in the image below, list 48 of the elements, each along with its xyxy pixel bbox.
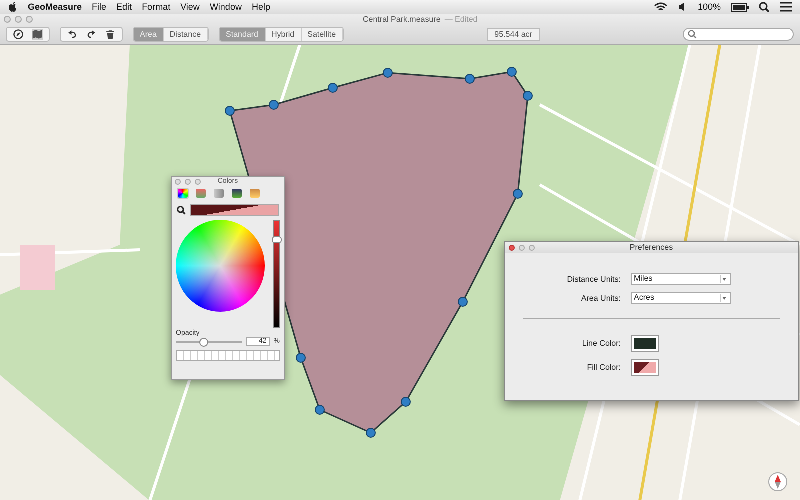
search-field[interactable] [683, 28, 794, 41]
swatch-strip[interactable] [176, 350, 280, 361]
search-icon [688, 30, 697, 39]
menu-item[interactable]: Format [142, 2, 171, 12]
caret-icon [720, 294, 728, 302]
search-icon[interactable] [759, 2, 770, 12]
area-readout: 95.544 acr [486, 28, 540, 41]
color-mode-tab[interactable] [177, 188, 189, 199]
menu-item[interactable]: Window [210, 2, 242, 12]
battery-icon[interactable] [731, 2, 749, 12]
battery-percentage: 100% [698, 2, 721, 12]
slider-thumb[interactable] [199, 338, 208, 346]
trash-icon[interactable] [105, 29, 116, 40]
color-well[interactable] [631, 359, 659, 376]
mode-tab[interactable]: Distance [164, 28, 208, 41]
menu-item[interactable]: Edit [116, 2, 132, 12]
field-label: Distance Units: [566, 274, 621, 284]
units-dropdown[interactable]: Miles [631, 273, 731, 285]
window-title: Central Park.measure [363, 15, 441, 24]
color-mode-tab[interactable] [195, 188, 207, 199]
redo-icon[interactable] [86, 29, 97, 40]
window-title: Preferences [630, 243, 674, 252]
edited-label: — Edited [444, 15, 478, 24]
caret-icon [720, 275, 728, 283]
close-button[interactable] [509, 244, 515, 250]
list-icon[interactable] [780, 2, 792, 12]
color-well[interactable] [631, 335, 659, 352]
compass-icon[interactable] [13, 29, 24, 40]
wifi-icon[interactable] [654, 2, 668, 12]
map-type-tab[interactable]: Hybrid [266, 28, 302, 41]
app-menu[interactable]: GeoMeasure [28, 2, 82, 12]
undo-icon[interactable] [67, 29, 78, 40]
map-type-tab[interactable]: Satellite [302, 28, 344, 41]
apple-logo-icon[interactable] [8, 1, 18, 13]
menu-item[interactable]: Help [252, 2, 270, 12]
menu-item[interactable]: View [180, 2, 200, 12]
slider-thumb[interactable] [272, 236, 282, 244]
color-mode-tab[interactable] [213, 188, 225, 199]
field-label: Fill Color: [586, 363, 621, 372]
units-dropdown[interactable]: Acres [631, 292, 731, 304]
field-label: Area Units: [580, 294, 621, 302]
menu-item[interactable]: File [92, 2, 107, 12]
color-mode-tab[interactable] [249, 188, 261, 199]
field-label: Line Color: [581, 339, 621, 348]
magnifier-icon[interactable] [177, 206, 186, 214]
map-icon[interactable] [32, 29, 43, 40]
brightness-slider[interactable] [273, 220, 280, 328]
color-mode-tab[interactable] [231, 188, 243, 199]
